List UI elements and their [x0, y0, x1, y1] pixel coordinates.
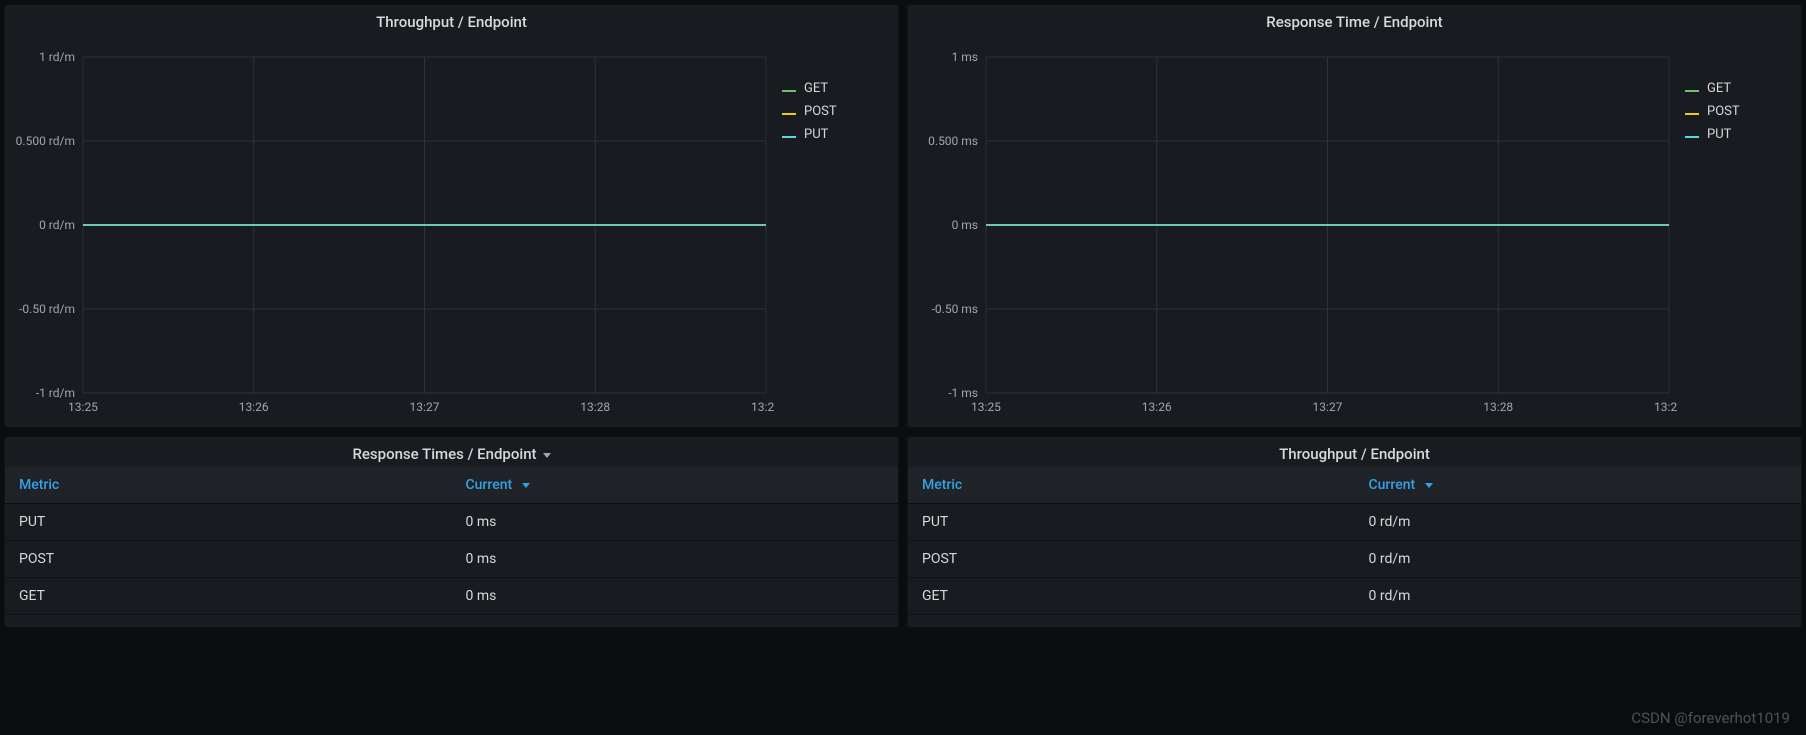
panel-throughput-chart: Throughput / Endpoint -1 rd/m -0.50 rd/m 0… [4, 4, 899, 428]
cell-current: 0 rd/m [1355, 541, 1802, 578]
svg-text:0.500 rd/m: 0.500 rd/m [16, 134, 75, 148]
svg-text:1 rd/m: 1 rd/m [39, 50, 75, 64]
chart-area[interactable]: -1 ms -0.50 ms 0 ms 0.500 ms 1 ms 13:25 13:26 1… [908, 35, 1801, 427]
legend-swatch-icon [1685, 109, 1699, 115]
panel-responsetime-chart: Response Time / Endpoint -1 ms -0.50 ms 0 … [907, 4, 1802, 428]
legend-label: PUT [804, 127, 828, 142]
svg-text:13:26: 13:26 [1142, 400, 1172, 414]
cell-current: 0 rd/m [1355, 578, 1802, 615]
table-row: PUT 0 rd/m [908, 504, 1801, 541]
svg-text:0.500 ms: 0.500 ms [928, 134, 978, 148]
col-header-metric[interactable]: Metric [908, 467, 1355, 504]
table-row: POST 0 rd/m [908, 541, 1801, 578]
chart-area[interactable]: -1 rd/m -0.50 rd/m 0 rd/m 0.500 rd/m 1 rd/m 1… [5, 35, 898, 427]
panel-title[interactable]: Response Time / Endpoint [908, 5, 1801, 35]
cell-current: 0 ms [452, 578, 899, 615]
legend-swatch-icon [782, 109, 796, 115]
col-header-current[interactable]: Current [452, 467, 899, 504]
svg-text:13:27: 13:27 [410, 400, 440, 414]
svg-text:-0.50 ms: -0.50 ms [932, 302, 978, 316]
col-header-label: Current [1369, 477, 1416, 493]
svg-text:13:27: 13:27 [1313, 400, 1343, 414]
legend-swatch-icon [782, 132, 796, 138]
legend-label: GET [804, 81, 828, 96]
cell-metric: GET [908, 578, 1355, 615]
cell-metric: GET [5, 578, 452, 615]
svg-text:13:25: 13:25 [68, 400, 98, 414]
legend: GET POST PUT [774, 41, 886, 421]
metrics-table: Metric Current PUT 0 ms POST 0 ms G [5, 467, 898, 615]
legend-swatch-icon [1685, 132, 1699, 138]
svg-text:-1 rd/m: -1 rd/m [36, 386, 75, 400]
cell-metric: POST [908, 541, 1355, 578]
sort-desc-icon [522, 483, 530, 488]
svg-text:-1 ms: -1 ms [948, 386, 978, 400]
svg-text:13:29: 13:29 [751, 400, 774, 414]
cell-current: 0 ms [452, 504, 899, 541]
panel-throughput-table: Throughput / Endpoint Metric Current PUT… [907, 436, 1802, 628]
svg-text:13:26: 13:26 [239, 400, 269, 414]
table-row: POST 0 ms [5, 541, 898, 578]
svg-text:0 rd/m: 0 rd/m [39, 218, 75, 232]
svg-text:13:28: 13:28 [1483, 400, 1513, 414]
plot: -1 ms -0.50 ms 0 ms 0.500 ms 1 ms 13:25 13:26 1… [914, 41, 1677, 421]
legend-label: GET [1707, 81, 1731, 96]
svg-text:1 ms: 1 ms [952, 50, 978, 64]
legend-item-get[interactable]: GET [1685, 81, 1785, 96]
svg-text:0 ms: 0 ms [952, 218, 978, 232]
legend-label: PUT [1707, 127, 1731, 142]
panel-responsetimes-table: Response Times / Endpoint Metric Current… [4, 436, 899, 628]
watermark: CSDN @foreverhot1019 [1631, 709, 1790, 727]
dashboard: Throughput / Endpoint -1 rd/m -0.50 rd/m 0… [0, 0, 1806, 632]
panel-title[interactable]: Throughput / Endpoint [5, 5, 898, 35]
col-header-metric[interactable]: Metric [5, 467, 452, 504]
legend-swatch-icon [1685, 86, 1699, 92]
legend-label: POST [804, 104, 837, 119]
cell-current: 0 ms [452, 541, 899, 578]
sort-desc-icon [1425, 483, 1433, 488]
metrics-table: Metric Current PUT 0 rd/m POST 0 rd/m [908, 467, 1801, 615]
legend-item-post[interactable]: POST [1685, 104, 1785, 119]
legend-item-get[interactable]: GET [782, 81, 882, 96]
svg-text:13:25: 13:25 [971, 400, 1001, 414]
table-row: GET 0 rd/m [908, 578, 1801, 615]
cell-metric: POST [5, 541, 452, 578]
svg-text:13:29: 13:29 [1654, 400, 1677, 414]
svg-text:-0.50 rd/m: -0.50 rd/m [19, 302, 75, 316]
panel-title[interactable]: Response Times / Endpoint [5, 437, 898, 467]
legend-item-put[interactable]: PUT [782, 127, 882, 142]
col-header-current[interactable]: Current [1355, 467, 1802, 504]
legend-item-post[interactable]: POST [782, 104, 882, 119]
panel-title[interactable]: Throughput / Endpoint [908, 437, 1801, 467]
legend-item-put[interactable]: PUT [1685, 127, 1785, 142]
plot: -1 rd/m -0.50 rd/m 0 rd/m 0.500 rd/m 1 rd/m 1… [11, 41, 774, 421]
cell-metric: PUT [908, 504, 1355, 541]
table-row: PUT 0 ms [5, 504, 898, 541]
legend-label: POST [1707, 104, 1740, 119]
table-row: GET 0 ms [5, 578, 898, 615]
cell-current: 0 rd/m [1355, 504, 1802, 541]
col-header-label: Current [466, 477, 513, 493]
legend: GET POST PUT [1677, 41, 1789, 421]
svg-text:13:28: 13:28 [580, 400, 610, 414]
cell-metric: PUT [5, 504, 452, 541]
legend-swatch-icon [782, 86, 796, 92]
